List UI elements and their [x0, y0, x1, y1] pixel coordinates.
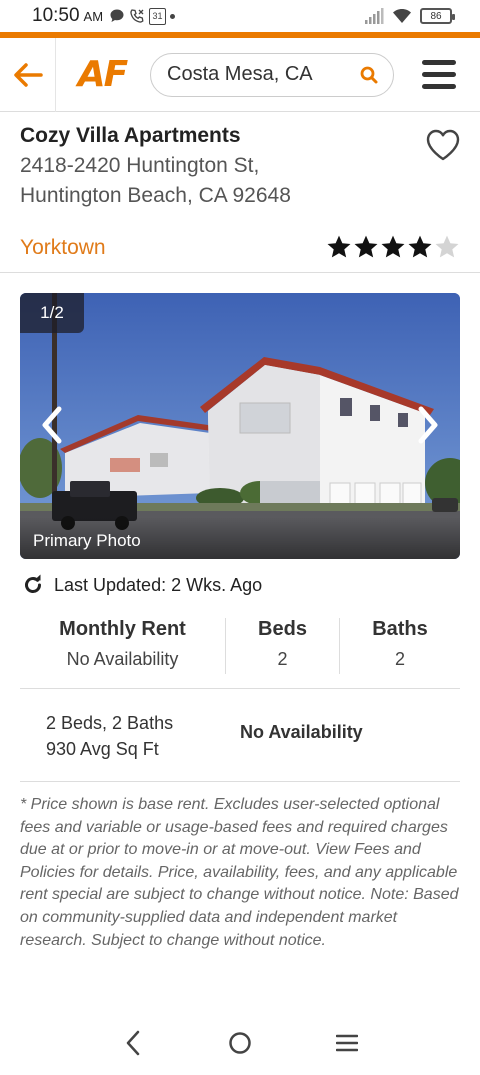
price-disclaimer: * Price shown is base rent. Excludes use…	[20, 796, 459, 949]
home-circle-icon	[229, 1031, 251, 1054]
stat-label: Monthly Rent	[59, 618, 186, 640]
star-filled-icon	[408, 235, 432, 258]
recents-menu-icon	[335, 1034, 358, 1051]
property-photo-carousel[interactable]: 1/2 Primary Photo	[20, 293, 460, 559]
rating-stars	[326, 234, 460, 260]
menu-bar	[422, 60, 456, 65]
photo-prev-button[interactable]	[34, 403, 70, 447]
signal-icon	[365, 8, 384, 24]
stat-monthly-rent: Monthly Rent No Availability	[20, 618, 225, 676]
menu-bar	[422, 72, 456, 77]
nav-recents-button[interactable]	[327, 1023, 367, 1063]
chat-bubble-icon	[110, 9, 124, 22]
status-ampm: AM	[83, 8, 104, 24]
stat-beds: Beds 2	[226, 618, 339, 676]
search-icon[interactable]	[359, 65, 379, 85]
star-filled-icon	[381, 235, 405, 258]
back-button[interactable]	[0, 37, 56, 112]
stat-value: 2	[394, 649, 405, 669]
app-header: AF Costa Mesa, CA	[0, 37, 480, 112]
divider	[20, 688, 460, 689]
location-search-input[interactable]: Costa Mesa, CA	[150, 52, 394, 97]
chevron-left-icon	[42, 406, 62, 444]
search-value[interactable]: Costa Mesa, CA	[167, 63, 359, 86]
property-name: Cozy Villa Apartments	[20, 124, 241, 147]
last-updated: Last Updated: 2 Wks. Ago	[22, 574, 262, 596]
hamburger-menu-icon[interactable]	[422, 60, 456, 89]
floorplan-info[interactable]: 2 Beds, 2 Baths 930 Avg Sq Ft	[46, 710, 173, 762]
more-notifications-dot-icon	[170, 13, 176, 19]
back-arrow-icon	[13, 62, 43, 87]
last-updated-text: Last Updated: 2 Wks. Ago	[54, 574, 263, 595]
property-address-line2: Huntington Beach, CA 92648	[20, 184, 291, 207]
star-empty-icon	[435, 235, 459, 258]
neighborhood-link[interactable]: Yorktown	[20, 236, 106, 260]
star-filled-icon	[354, 235, 378, 258]
notification-icons: 31	[109, 7, 176, 25]
battery-icon: 86	[420, 8, 455, 24]
menu-bar	[422, 84, 456, 89]
status-bar: 10:50 AM 31 86	[0, 0, 480, 32]
divider	[20, 781, 460, 782]
wifi-icon	[393, 9, 411, 23]
battery-level: 86	[430, 10, 442, 22]
stat-label: Beds	[258, 618, 307, 640]
system-navigation-bar	[0, 1010, 480, 1075]
photo-counter: 1/2	[20, 293, 84, 333]
divider	[0, 272, 480, 273]
missed-call-icon	[130, 9, 144, 23]
property-address-line1: 2418-2420 Huntington St,	[20, 154, 260, 177]
photo-caption: Primary Photo	[20, 517, 460, 559]
back-chevron-icon	[127, 1030, 140, 1055]
nav-home-button[interactable]	[220, 1023, 260, 1063]
chevron-right-icon	[418, 406, 438, 444]
stat-baths: Baths 2	[340, 618, 460, 676]
stat-value: 2	[277, 649, 288, 669]
af-logo[interactable]: AF	[56, 54, 148, 95]
nav-back-button[interactable]	[113, 1023, 153, 1063]
refresh-icon	[25, 574, 41, 593]
stat-value: No Availability	[66, 649, 179, 669]
stat-label: Baths	[372, 618, 428, 640]
photo-next-button[interactable]	[410, 403, 446, 447]
unit-stats: Monthly Rent No Availability Beds 2 Bath…	[20, 618, 460, 676]
favorite-heart-icon[interactable]	[425, 128, 461, 162]
floorplan-beds-baths: 2 Beds, 2 Baths	[46, 713, 174, 733]
status-time: 10:50	[32, 5, 80, 26]
floorplan-sqft: 930 Avg Sq Ft	[46, 739, 159, 759]
star-filled-icon	[327, 235, 351, 258]
calendar-icon: 31	[149, 7, 167, 25]
floorplan-availability: No Availability	[240, 722, 363, 742]
